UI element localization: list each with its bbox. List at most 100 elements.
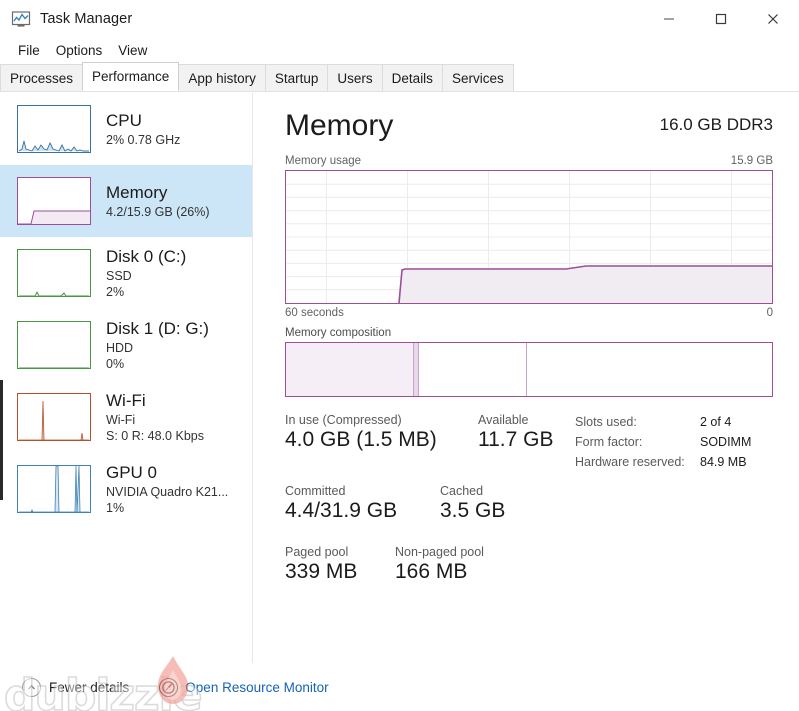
axis-right-label: 0 (766, 307, 773, 319)
sidebar-disk0-title: Disk 0 (C:) (106, 247, 187, 267)
sidebar-disk0-sub2: 2% (106, 284, 125, 299)
open-resource-monitor-label: Open Resource Monitor (185, 679, 329, 695)
tab-strip: Processes Performance App history Startu… (0, 62, 799, 92)
sidebar-disk1-sub1: HDD (106, 340, 134, 355)
usage-caption: Memory usage (285, 155, 362, 167)
composition-caption: Memory composition (285, 327, 392, 339)
sidebar-disk1-text: Disk 1 (D: G:) HDD 0% (106, 319, 209, 370)
stat-paged-pool: Paged pool 339 MB (285, 545, 357, 584)
stat-non-paged-pool-label: Non-paged pool (395, 545, 484, 559)
composition-segment-free (527, 343, 772, 396)
sidebar-cpu-sub: 2% 0.78 GHz (106, 132, 181, 147)
sidebar-memory-title: Memory (106, 183, 168, 203)
maximize-button[interactable] (695, 0, 747, 38)
sidebar-disk1-sub2: 0% (106, 356, 125, 371)
composition-segment-in-use (286, 343, 414, 396)
sidebar-cpu-text: CPU 2% 0.78 GHz (106, 111, 180, 146)
stat-committed-value: 4.4/31.9 GB (285, 499, 398, 522)
stat-in-use-value: 4.0 GB (1.5 MB) (285, 428, 437, 451)
memory-spec: 16.0 GB DDR3 (659, 115, 773, 134)
gpu-mini-graph (17, 465, 91, 513)
sidebar-gpu-sub2: 1% (106, 500, 125, 515)
tab-startup[interactable]: Startup (264, 64, 329, 91)
form-factor-value: SODIMM (700, 435, 752, 449)
sidebar-item-disk-0[interactable]: Disk 0 (C:) SSD 2% (0, 237, 252, 309)
stat-in-use: In use (Compressed) 4.0 GB (1.5 MB) (285, 413, 437, 452)
minimize-button[interactable] (643, 0, 695, 38)
sidebar-gpu-sub1: NVIDIA Quadro K21... (106, 484, 229, 499)
sidebar-item-disk-1[interactable]: Disk 1 (D: G:) HDD 0% (0, 309, 252, 381)
close-button[interactable] (747, 0, 799, 38)
sidebar-disk0-sub1: SSD (106, 268, 132, 283)
sidebar-item-gpu-0[interactable]: GPU 0 NVIDIA Quadro K21... 1% (0, 453, 252, 525)
page-title: Memory (285, 109, 394, 142)
form-factor-key: Form factor: (575, 435, 643, 449)
usage-axis-row: 60 seconds 0 (285, 307, 773, 319)
tab-app-history[interactable]: App history (178, 64, 266, 91)
menu-file[interactable]: File (10, 41, 48, 60)
title-bar: Task Manager (0, 0, 799, 38)
tab-details[interactable]: Details (381, 64, 443, 91)
tab-services[interactable]: Services (441, 64, 514, 91)
task-manager-icon (10, 8, 32, 30)
chevron-up-circle-icon (22, 677, 41, 697)
sidebar-item-wifi[interactable]: Wi-Fi Wi-Fi S: 0 R: 48.0 Kbps (0, 381, 252, 453)
resource-sidebar: CPU 2% 0.78 GHz Memory 4.2/15.9 GB (26%) (0, 93, 253, 663)
sidebar-gpu-text: GPU 0 NVIDIA Quadro K21... 1% (106, 463, 228, 514)
tab-processes[interactable]: Processes (0, 64, 84, 91)
slots-used-key: Slots used: (575, 415, 637, 429)
cpu-mini-graph (17, 105, 91, 153)
wifi-mini-graph (17, 393, 91, 441)
sidebar-cpu-title: CPU (106, 111, 142, 131)
disk0-mini-graph (17, 249, 91, 297)
tab-users[interactable]: Users (327, 64, 383, 91)
sidebar-memory-text: Memory 4.2/15.9 GB (26%) (106, 183, 210, 218)
task-manager-window: Task Manager File Options View Processes… (0, 0, 799, 711)
sidebar-item-memory[interactable]: Memory 4.2/15.9 GB (26%) (0, 165, 252, 237)
footer-bar: Fewer details Open Resource Monitor (0, 663, 799, 711)
stat-non-paged-pool: Non-paged pool 166 MB (395, 545, 484, 584)
sidebar-item-cpu[interactable]: CPU 2% 0.78 GHz (0, 93, 252, 165)
sidebar-disk1-title: Disk 1 (D: G:) (106, 319, 209, 339)
memory-statistics: In use (Compressed) 4.0 GB (1.5 MB) Avai… (285, 413, 779, 613)
hardware-reserved-value: 84.9 MB (700, 455, 747, 469)
tab-performance[interactable]: Performance (82, 62, 180, 91)
stat-paged-pool-label: Paged pool (285, 545, 349, 559)
stat-committed-label: Committed (285, 484, 346, 498)
sidebar-disk0-text: Disk 0 (C:) SSD 2% (106, 247, 186, 298)
menu-options[interactable]: Options (48, 41, 111, 60)
slots-used-value: 2 of 4 (700, 415, 732, 429)
open-resource-monitor-link[interactable]: Open Resource Monitor (159, 677, 329, 697)
composition-segment-standby (419, 343, 528, 396)
usage-caption-row: Memory usage 15.9 GB (285, 155, 773, 170)
axis-left-label: 60 seconds (285, 307, 344, 319)
fewer-details-label: Fewer details (49, 679, 130, 695)
panel-header: Memory 16.0 GB DDR3 (285, 107, 773, 155)
menu-view[interactable]: View (110, 41, 155, 60)
stat-available: Available 11.7 GB (478, 413, 554, 452)
memory-usage-graph[interactable] (285, 170, 773, 304)
table-row: Slots used: 2 of 4 (575, 415, 751, 429)
stat-paged-pool-value: 339 MB (285, 560, 358, 583)
sidebar-gpu-title: GPU 0 (106, 463, 158, 483)
stat-available-label: Available (478, 413, 529, 427)
resource-monitor-icon (159, 677, 179, 697)
hardware-reserved-key: Hardware reserved: (575, 455, 685, 469)
memory-mini-graph (17, 177, 91, 225)
sidebar-wifi-sub2: S: 0 R: 48.0 Kbps (106, 428, 204, 443)
table-row: Form factor: SODIMM (575, 435, 751, 449)
window-title: Task Manager (40, 11, 133, 27)
stat-cached-value: 3.5 GB (440, 499, 506, 522)
disk1-mini-graph (17, 321, 91, 369)
usage-max-label: 15.9 GB (730, 155, 773, 167)
sidebar-wifi-text: Wi-Fi Wi-Fi S: 0 R: 48.0 Kbps (106, 391, 204, 442)
stat-available-value: 11.7 GB (478, 428, 554, 451)
memory-hardware-table: Slots used: 2 of 4 Form factor: SODIMM H… (575, 415, 751, 475)
window-controls (643, 0, 799, 38)
sidebar-memory-sub: 4.2/15.9 GB (26%) (106, 204, 210, 219)
stat-non-paged-pool-value: 166 MB (395, 560, 468, 583)
table-row: Hardware reserved: 84.9 MB (575, 455, 751, 469)
fewer-details-button[interactable]: Fewer details (22, 677, 130, 697)
menu-bar: File Options View (0, 38, 799, 63)
memory-composition-bar[interactable] (285, 342, 773, 397)
